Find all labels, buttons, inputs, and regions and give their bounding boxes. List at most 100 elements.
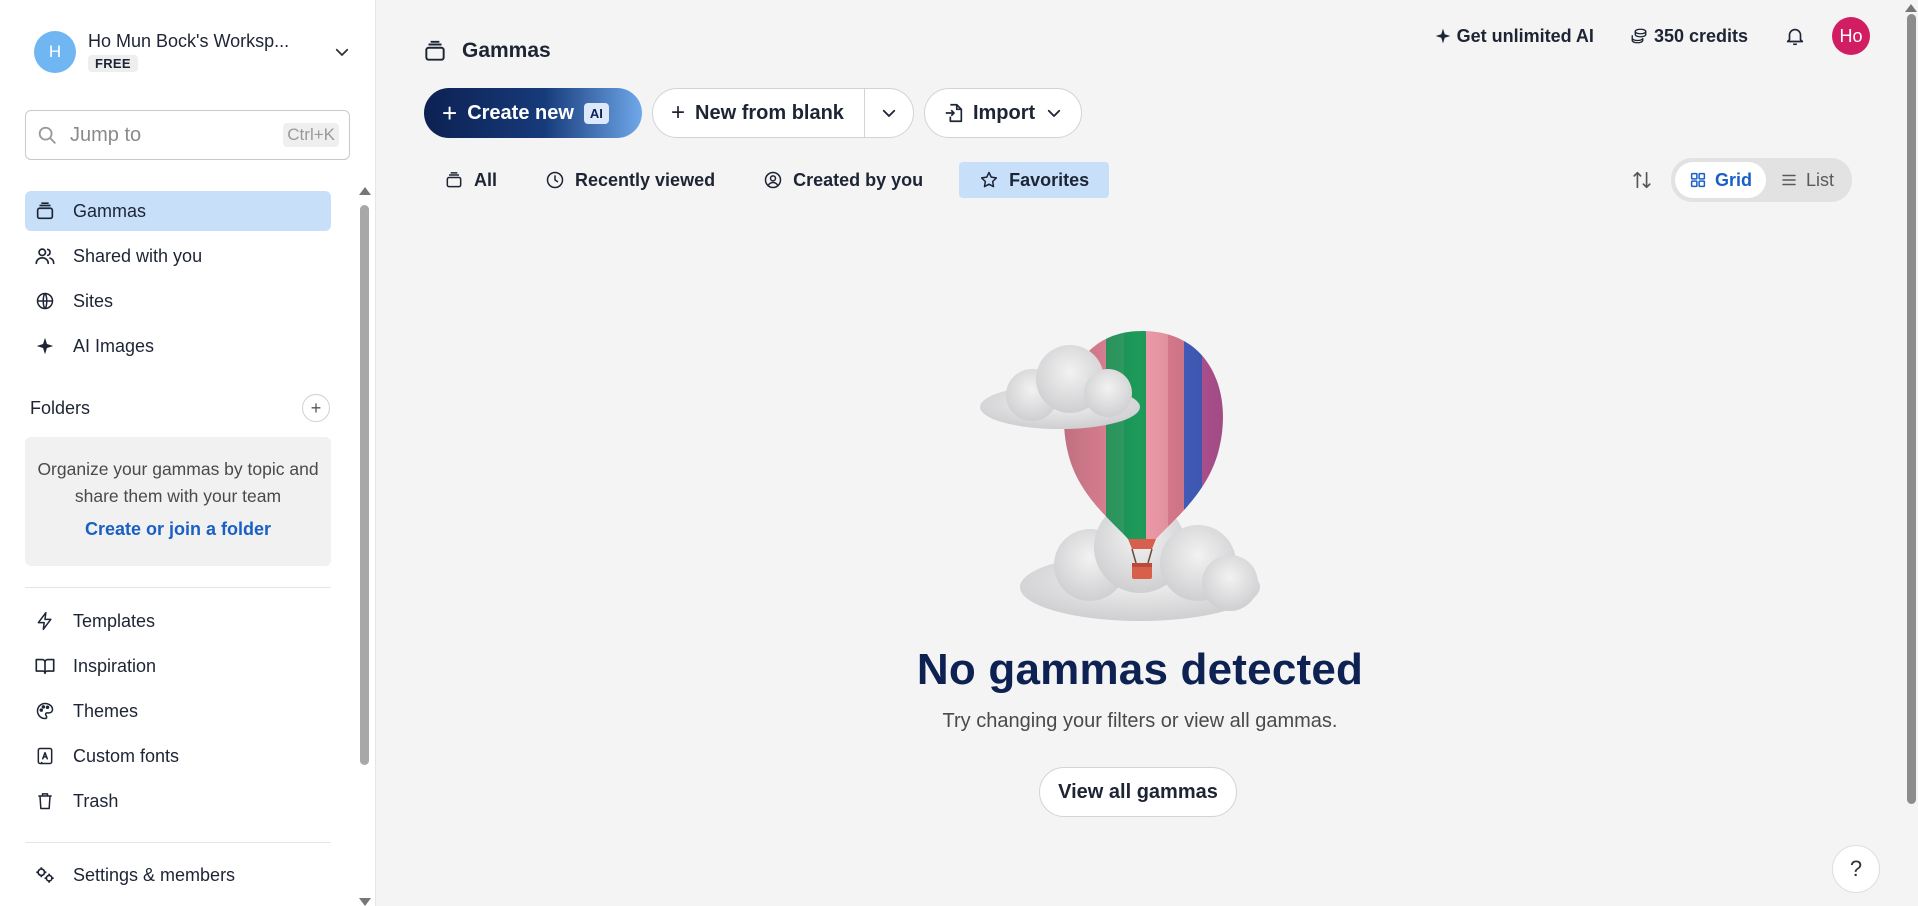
sidebar-item-sites[interactable]: Sites (25, 281, 331, 321)
chevron-down-icon (880, 104, 898, 122)
view-controls: Grid List (1631, 158, 1852, 202)
credits-button[interactable]: 350 credits (1630, 26, 1748, 47)
user-circle-icon (763, 170, 783, 190)
sidebar-item-label: AI Images (73, 335, 155, 356)
get-unlimited-ai-button[interactable]: Get unlimited AI (1435, 26, 1594, 47)
sidebar-item-shared[interactable]: Shared with you (25, 236, 331, 276)
grid-label: Grid (1714, 169, 1752, 190)
plan-badge: FREE (88, 55, 138, 72)
users-icon (33, 244, 57, 268)
jump-to-search[interactable]: Jump to Ctrl+K (25, 110, 350, 160)
credits-label: 350 credits (1653, 25, 1748, 46)
clock-icon (545, 170, 565, 190)
unlimited-ai-label: Get unlimited AI (1456, 25, 1594, 46)
sidebar-item-label: Sites (73, 290, 114, 311)
sidebar-item-templates[interactable]: Templates (25, 601, 331, 641)
bolt-icon (33, 609, 57, 633)
sidebar-item-label: Settings & members (73, 864, 236, 885)
import-button[interactable]: Import (923, 88, 1083, 138)
sidebar-item-label: Custom fonts (73, 745, 180, 766)
workspace-avatar: H (34, 31, 76, 73)
new-from-blank-split-button: + New from blank (652, 88, 914, 138)
chevron-down-icon[interactable] (330, 40, 354, 64)
sidebar: H Ho Mun Bock's Worksp... FREE Jump to C… (0, 0, 376, 906)
sidebar-item-trash[interactable]: Trash (25, 781, 331, 821)
top-right-toolbar: Get unlimited AI 350 credits Ho (1435, 17, 1870, 55)
scroll-up-arrow[interactable] (359, 187, 371, 195)
sidebar-item-label: Gammas (73, 200, 147, 221)
tab-created-by-you[interactable]: Created by you (751, 162, 935, 198)
sidebar-item-label: Templates (73, 610, 156, 631)
view-all-gammas-button[interactable]: View all gammas (1039, 767, 1237, 817)
scroll-down-arrow[interactable] (359, 898, 371, 906)
create-folder-link[interactable]: Create or join a folder (25, 519, 331, 540)
empty-state-title: No gammas detected (916, 645, 1364, 694)
folders-heading: Folders (30, 397, 91, 418)
sidebar-item-inspiration[interactable]: Inspiration (25, 646, 331, 686)
grid-icon (1689, 171, 1707, 189)
sidebar-item-label: Trash (73, 790, 119, 811)
add-folder-button[interactable]: + (302, 394, 330, 422)
list-view-button[interactable]: List (1766, 162, 1848, 198)
coins-icon (1630, 27, 1648, 45)
sparkle-icon (33, 334, 57, 358)
tab-favorites[interactable]: Favorites (959, 162, 1110, 198)
main-scrollbar-thumb[interactable] (1907, 14, 1916, 804)
sidebar-item-label: Themes (73, 700, 139, 721)
stack-icon (444, 170, 464, 190)
list-icon (1780, 171, 1798, 189)
action-buttons: + Create new AI + New from blank Import (424, 88, 1083, 138)
help-button[interactable]: ? (1832, 845, 1880, 893)
empty-state-subtitle: Try changing your filters or view all ga… (942, 710, 1338, 732)
sidebar-item-custom-fonts[interactable]: Custom fonts (25, 736, 331, 776)
user-avatar[interactable]: Ho (1832, 17, 1870, 55)
gears-icon (33, 863, 57, 887)
plus-icon: + (442, 98, 458, 128)
folders-description: Organize your gammas by topic and share … (37, 459, 319, 506)
ai-badge: AI (583, 102, 609, 124)
sidebar-item-settings[interactable]: Settings & members (25, 855, 331, 895)
page-title-text: Gammas (462, 39, 551, 62)
folders-empty-box: Organize your gammas by topic and share … (25, 437, 331, 566)
sidebar-item-label: Inspiration (73, 655, 157, 676)
divider (25, 842, 331, 843)
workspace-switcher[interactable]: H Ho Mun Bock's Worksp... FREE (34, 30, 354, 74)
page-title: Gammas (422, 38, 551, 64)
shortcut-hint: Ctrl+K (283, 123, 339, 147)
sidebar-item-gammas[interactable]: Gammas (25, 191, 331, 231)
stack-icon (422, 38, 448, 64)
tab-label: All (474, 169, 498, 190)
sparkle-icon (1435, 28, 1451, 44)
grid-view-button[interactable]: Grid (1674, 162, 1766, 198)
sidebar-scrollbar-thumb[interactable] (360, 205, 369, 765)
tab-label: Created by you (793, 169, 924, 190)
workspace-info: Ho Mun Bock's Worksp... FREE (88, 31, 330, 73)
search-placeholder: Jump to (70, 123, 142, 146)
import-label: Import (972, 101, 1036, 124)
tab-label: Favorites (1009, 169, 1090, 190)
plus-icon: + (671, 99, 686, 126)
chevron-down-icon (1045, 104, 1063, 122)
new-from-blank-label: New from blank (695, 101, 844, 124)
sidebar-item-themes[interactable]: Themes (25, 691, 331, 731)
bell-icon[interactable] (1784, 25, 1806, 47)
star-icon (979, 170, 999, 190)
globe-icon (33, 289, 57, 313)
view-toggle: Grid List (1670, 158, 1852, 202)
tab-all[interactable]: All (432, 162, 509, 198)
create-new-button[interactable]: + Create new AI (424, 88, 642, 138)
create-new-label: Create new (467, 101, 574, 124)
palette-icon (33, 699, 57, 723)
new-from-blank-button[interactable]: + New from blank (653, 89, 865, 137)
sidebar-item-label: Shared with you (73, 245, 203, 266)
new-from-blank-dropdown[interactable] (865, 89, 913, 137)
import-icon (943, 102, 965, 124)
sidebar-item-ai-images[interactable]: AI Images (25, 326, 331, 366)
sort-icon[interactable] (1631, 169, 1653, 191)
scroll-up-arrow[interactable] (1905, 4, 1917, 12)
balloon-illustration (980, 325, 1300, 625)
search-icon (36, 124, 58, 146)
font-icon (33, 744, 57, 768)
tab-recently-viewed[interactable]: Recently viewed (533, 162, 727, 198)
divider (25, 587, 331, 588)
